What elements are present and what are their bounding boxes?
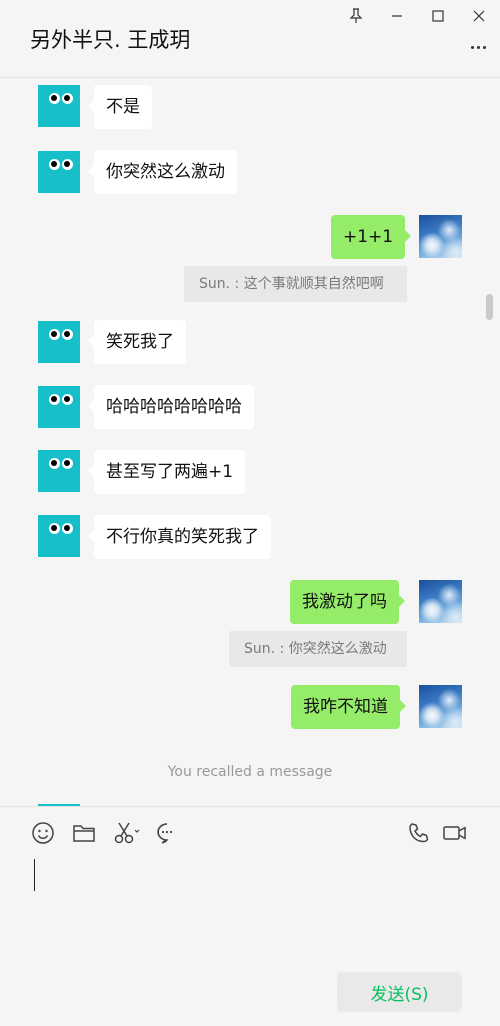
quoted-message[interactable]: Sun. : 你突然这么激动 bbox=[229, 631, 407, 667]
minimize-icon[interactable] bbox=[384, 4, 410, 28]
message-bubble-incoming[interactable]: 你突然这么激动 bbox=[88, 150, 237, 194]
video-icon[interactable] bbox=[441, 820, 469, 846]
message-bubble-incoming[interactable]: 不是 bbox=[88, 85, 152, 129]
message-bubble-outgoing[interactable]: +1+1 bbox=[331, 215, 412, 259]
message-bubble-incoming[interactable]: 哈哈哈哈哈哈哈哈 bbox=[88, 385, 254, 429]
message-input[interactable] bbox=[0, 857, 500, 967]
message-bubble-incoming[interactable]: 不行你真的笑死我了 bbox=[88, 515, 271, 559]
chat-title: 另外半只. 王成玥 bbox=[30, 28, 191, 52]
pin-icon[interactable] bbox=[343, 4, 369, 28]
scissors-icon[interactable] bbox=[112, 820, 142, 846]
input-toolbar bbox=[0, 807, 500, 857]
contact-avatar[interactable] bbox=[38, 85, 80, 127]
my-avatar[interactable] bbox=[419, 215, 462, 258]
recalled-notice: You recalled a message bbox=[167, 764, 333, 780]
close-icon[interactable] bbox=[466, 4, 492, 28]
title-bar: 另外半只. 王成玥 bbox=[0, 0, 500, 78]
my-avatar[interactable] bbox=[419, 580, 462, 623]
scrollbar-thumb[interactable] bbox=[486, 294, 493, 320]
maximize-icon[interactable] bbox=[425, 4, 451, 28]
quoted-message[interactable]: Sun. : 这个事就顺其自然吧啊 bbox=[184, 266, 407, 302]
contact-avatar[interactable] bbox=[38, 321, 80, 363]
message-bubble-outgoing[interactable]: 我咋不知道 bbox=[291, 685, 406, 729]
contact-avatar[interactable] bbox=[38, 386, 80, 428]
contact-avatar[interactable] bbox=[38, 515, 80, 557]
folder-icon[interactable] bbox=[71, 820, 97, 846]
contact-avatar[interactable] bbox=[38, 151, 80, 193]
text-caret bbox=[34, 859, 35, 891]
chat-messages-area[interactable]: 不是 你突然这么激动 +1+1 Sun. : 这个事就顺其自然吧啊 笑死我了 哈… bbox=[0, 78, 500, 806]
message-bubble-incoming[interactable]: 笑死我了 bbox=[88, 320, 186, 364]
phone-icon[interactable] bbox=[406, 820, 432, 846]
more-options-icon[interactable] bbox=[466, 37, 490, 57]
chat-history-icon[interactable] bbox=[154, 820, 180, 846]
send-button[interactable]: 发送(S) bbox=[337, 972, 462, 1012]
message-bubble-incoming[interactable]: 甚至写了两遍+1 bbox=[87, 450, 246, 494]
contact-avatar[interactable] bbox=[38, 450, 80, 492]
emoji-icon[interactable] bbox=[30, 820, 56, 846]
my-avatar[interactable] bbox=[419, 685, 462, 728]
message-bubble-outgoing[interactable]: 我激动了吗 bbox=[290, 580, 405, 624]
